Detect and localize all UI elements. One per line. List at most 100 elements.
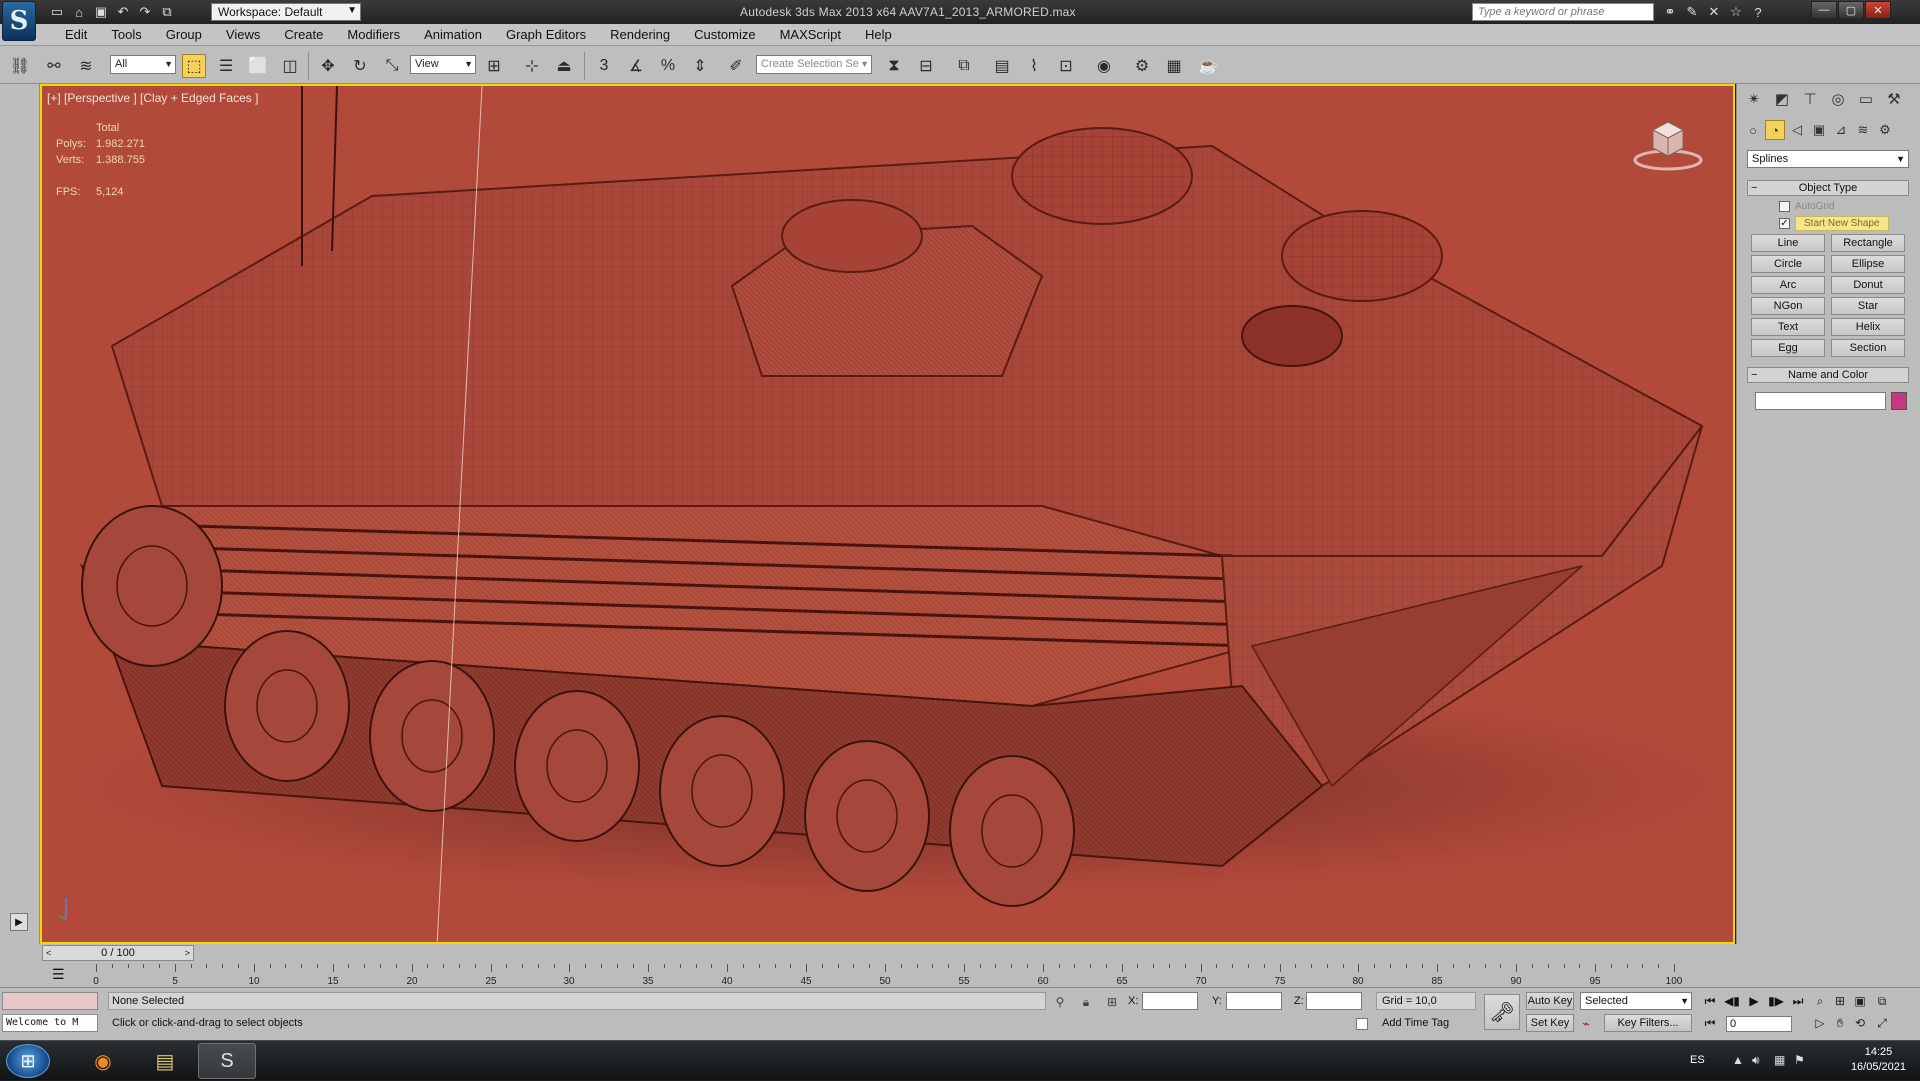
close-button[interactable]: ✕ bbox=[1865, 1, 1891, 19]
undo-icon[interactable]: ↶ bbox=[114, 3, 132, 21]
line-button[interactable]: Line bbox=[1751, 234, 1825, 252]
project-folder-icon[interactable]: ⧉ bbox=[158, 3, 176, 21]
input-language[interactable]: ES bbox=[1690, 1054, 1705, 1066]
object-type-rollout[interactable]: − Object Type bbox=[1747, 180, 1909, 196]
star-button[interactable]: Star bbox=[1831, 297, 1905, 315]
donut-button[interactable]: Donut bbox=[1831, 276, 1905, 294]
key-selection-dropdown[interactable]: Selected ▼ bbox=[1580, 992, 1692, 1010]
rectangular-selection-icon[interactable]: ⬜ bbox=[246, 54, 270, 78]
snaps-toggle-icon[interactable]: 3 bbox=[592, 54, 616, 78]
rendered-frame-window-icon[interactable]: ▦ bbox=[1162, 54, 1186, 78]
pan-icon[interactable]: ✋︎ bbox=[1830, 1014, 1850, 1032]
motion-tab-icon[interactable]: ◎ bbox=[1827, 88, 1849, 110]
select-object-icon[interactable]: ⬚ bbox=[182, 54, 206, 78]
keyboard-shortcut-toggle-icon[interactable]: ⏏ bbox=[552, 54, 576, 78]
file-explorer-taskbar-icon[interactable]: ▤ bbox=[136, 1043, 194, 1079]
field-of-view-icon[interactable]: ▷ bbox=[1810, 1014, 1830, 1032]
material-editor-icon[interactable]: ◉ bbox=[1092, 54, 1116, 78]
go-to-end-icon[interactable]: ⏭ bbox=[1788, 992, 1808, 1010]
geometry-icon[interactable]: ○ bbox=[1743, 120, 1763, 140]
utilities-tab-icon[interactable]: ⚒ bbox=[1883, 88, 1905, 110]
firefox-taskbar-icon[interactable]: ◉ bbox=[74, 1043, 132, 1079]
rectangle-button[interactable]: Rectangle bbox=[1831, 234, 1905, 252]
helix-button[interactable]: Helix bbox=[1831, 318, 1905, 336]
zoom-icon[interactable]: ⌕ bbox=[1810, 992, 1830, 1010]
key-mode-icon[interactable]: ⌁ bbox=[1582, 1016, 1590, 1032]
menu-views[interactable]: Views bbox=[216, 27, 270, 42]
previous-frame-icon[interactable]: < bbox=[46, 946, 51, 960]
hierarchy-tab-icon[interactable]: ⊤ bbox=[1799, 88, 1821, 110]
key-filters-button[interactable]: Key Filters... bbox=[1604, 1014, 1692, 1032]
create-tab-icon[interactable]: ✴ bbox=[1743, 88, 1765, 110]
start-button[interactable]: ⊞ bbox=[6, 1044, 50, 1078]
z-coordinate-input[interactable] bbox=[1306, 992, 1362, 1010]
3dsmax-taskbar-icon[interactable]: S bbox=[198, 1043, 256, 1079]
manipulate-icon[interactable]: ⊹ bbox=[520, 54, 544, 78]
select-move-icon[interactable]: ✥ bbox=[316, 54, 340, 78]
unlink-icon[interactable]: ⚯ bbox=[42, 54, 66, 78]
clock[interactable]: 14:25 16/05/2021 bbox=[1851, 1045, 1906, 1075]
select-by-name-icon[interactable]: ☰ bbox=[214, 54, 238, 78]
zoom-all-icon[interactable]: ⊞ bbox=[1830, 992, 1850, 1010]
name-and-color-rollout[interactable]: − Name and Color bbox=[1747, 367, 1909, 383]
favorites-icon[interactable]: ☆ bbox=[1727, 3, 1745, 21]
start-new-shape-button[interactable]: Start New Shape bbox=[1795, 216, 1889, 231]
perspective-viewport[interactable]: [+] [Perspective ] [Clay + Edged Faces ]… bbox=[40, 84, 1735, 944]
x-coordinate-input[interactable] bbox=[1142, 992, 1198, 1010]
set-key-large-icon[interactable]: 🗝︎ bbox=[1484, 994, 1520, 1030]
open-file-icon[interactable]: ⌂ bbox=[70, 3, 88, 21]
zoom-extents-all-icon[interactable]: ⧉ bbox=[1872, 992, 1892, 1010]
text-button[interactable]: Text bbox=[1751, 318, 1825, 336]
circle-button[interactable]: Circle bbox=[1751, 255, 1825, 273]
menu-edit[interactable]: Edit bbox=[55, 27, 97, 42]
network-icon[interactable]: ▦ bbox=[1774, 1053, 1785, 1067]
display-tab-icon[interactable]: ▭ bbox=[1855, 88, 1877, 110]
category-dropdown[interactable]: Splines ▼ bbox=[1747, 150, 1909, 168]
select-scale-icon[interactable]: ⤡ bbox=[380, 54, 404, 78]
workspace-dropdown[interactable]: Workspace: Default ▼ bbox=[211, 3, 361, 21]
new-file-icon[interactable]: ▭ bbox=[48, 3, 66, 21]
curve-editor-icon[interactable]: ⌇ bbox=[1022, 54, 1046, 78]
percent-snap-icon[interactable]: % bbox=[656, 54, 680, 78]
track-bar[interactable]: ☰ 0 5 10 15 20 25 30 35 40 45 50 55 60 65 70 75 80 85 90 95… bbox=[0, 962, 1920, 988]
app-logo-icon[interactable]: S bbox=[2, 1, 36, 41]
systems-icon[interactable]: ⚙ bbox=[1875, 120, 1895, 140]
maximize-button[interactable]: ▢ bbox=[1838, 1, 1864, 19]
menu-animation[interactable]: Animation bbox=[414, 27, 492, 42]
menu-maxscript[interactable]: MAXScript bbox=[770, 27, 851, 42]
volume-icon[interactable]: 🔊︎ bbox=[1752, 1053, 1760, 1068]
schematic-view-icon[interactable]: ⊡ bbox=[1054, 54, 1078, 78]
y-coordinate-input[interactable] bbox=[1226, 992, 1282, 1010]
spinner-snap-icon[interactable]: ⇕ bbox=[688, 54, 712, 78]
render-setup-icon[interactable]: ⚙ bbox=[1130, 54, 1154, 78]
action-center-icon[interactable]: ⚑ bbox=[1794, 1053, 1805, 1067]
subscription-icon[interactable]: ✎ bbox=[1683, 3, 1701, 21]
menu-modifiers[interactable]: Modifiers bbox=[337, 27, 410, 42]
set-key-button[interactable]: Set Key bbox=[1526, 1014, 1574, 1032]
time-tag-checkbox[interactable] bbox=[1356, 1018, 1368, 1030]
menu-graph-editors[interactable]: Graph Editors bbox=[496, 27, 596, 42]
helpers-icon[interactable]: ⊿ bbox=[1831, 120, 1851, 140]
search-input[interactable]: Type a keyword or phrase bbox=[1472, 3, 1654, 21]
space-warps-icon[interactable]: ≋ bbox=[1853, 120, 1873, 140]
track-bar-ruler[interactable]: 0 5 10 15 20 25 30 35 40 45 50 55 60 65 70 75 80 85 90 95 10… bbox=[93, 964, 1692, 987]
maxscript-listener-input[interactable]: Welcome to M bbox=[2, 1014, 98, 1032]
maximize-viewport-icon[interactable]: ⤢ bbox=[1872, 1014, 1892, 1032]
reference-coordinate-dropdown[interactable]: View ▼ bbox=[410, 55, 476, 74]
object-name-input[interactable] bbox=[1755, 392, 1886, 410]
show-hidden-icons-icon[interactable]: ▲ bbox=[1732, 1053, 1744, 1067]
graphite-toggle-icon[interactable]: ▤ bbox=[990, 54, 1014, 78]
selection-lock-icon[interactable]: 🔒︎ bbox=[1078, 994, 1094, 1010]
cameras-icon[interactable]: ▣ bbox=[1809, 120, 1829, 140]
start-new-shape-checkbox[interactable]: ✓ Start New Shape bbox=[1779, 216, 1889, 231]
menu-tools[interactable]: Tools bbox=[101, 27, 151, 42]
egg-button[interactable]: Egg bbox=[1751, 339, 1825, 357]
orbit-icon[interactable]: ⟲ bbox=[1850, 1014, 1870, 1032]
select-rotate-icon[interactable]: ↻ bbox=[348, 54, 372, 78]
next-frame-button-icon[interactable]: ▮▶ bbox=[1766, 992, 1786, 1010]
absolute-mode-icon[interactable]: ⊞ bbox=[1104, 994, 1120, 1010]
next-frame-icon[interactable]: > bbox=[185, 946, 190, 960]
named-selection-dropdown[interactable]: Create Selection Se ▼ bbox=[756, 55, 872, 74]
current-frame-input[interactable]: 0 bbox=[1726, 1016, 1792, 1032]
modify-tab-icon[interactable]: ◩ bbox=[1771, 88, 1793, 110]
